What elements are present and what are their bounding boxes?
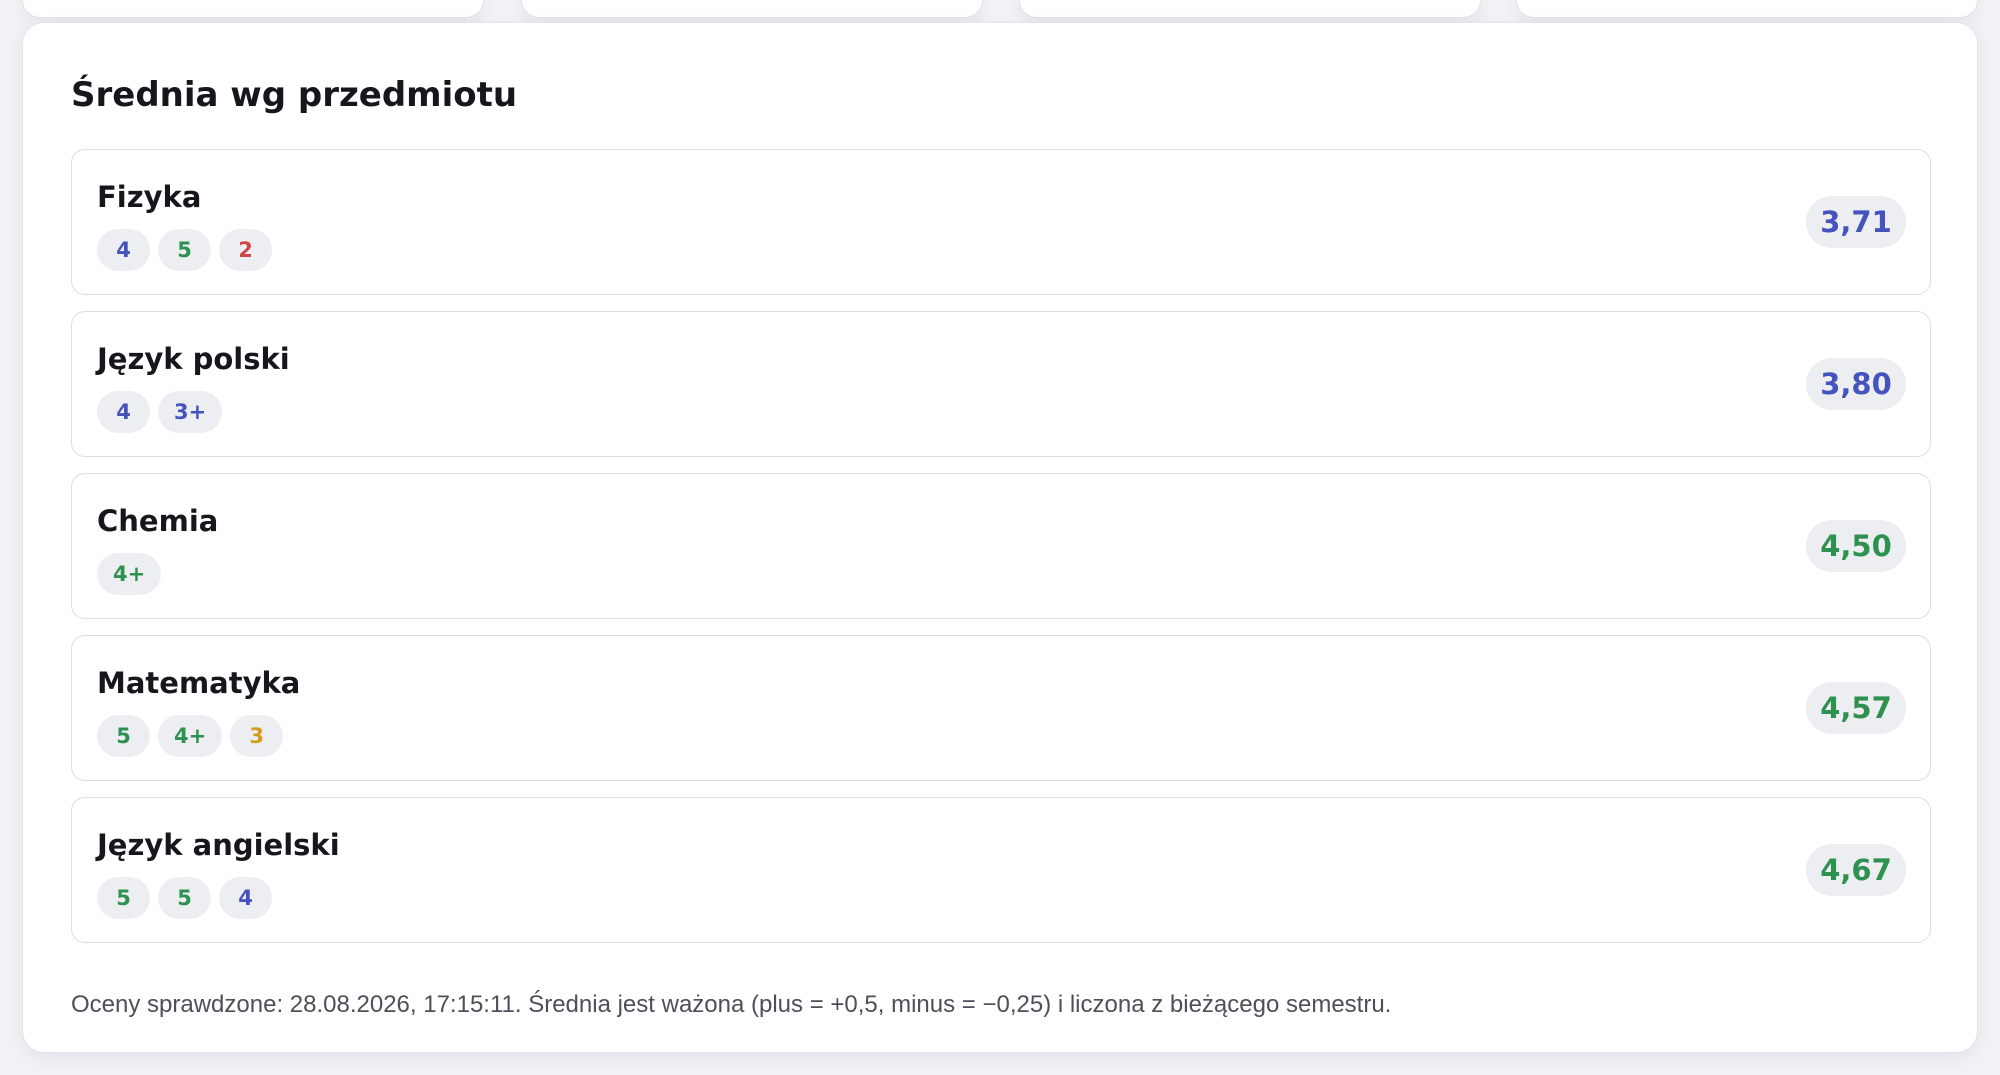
grade-chip: 3 xyxy=(230,715,284,757)
grade-list: 5 4+ 3 xyxy=(97,715,284,757)
subject-name: Chemia xyxy=(97,504,219,538)
subject-row: Język angielski 5 5 4 4,67 xyxy=(71,797,1931,943)
subject-row: Fizyka 4 5 2 3,71 xyxy=(71,149,1931,295)
average-badge: 4,57 xyxy=(1806,682,1906,734)
grade-list: 4+ xyxy=(97,553,162,595)
grade-chip: 3+ xyxy=(158,391,223,433)
summary-card xyxy=(1516,0,1978,18)
top-summary-cards xyxy=(0,0,2000,20)
summary-card xyxy=(521,0,983,18)
grade-chip: 5 xyxy=(158,877,211,919)
grade-chip: 5 xyxy=(158,229,211,271)
grade-chip: 4 xyxy=(97,391,150,433)
average-badge: 3,80 xyxy=(1806,358,1906,410)
average-badge: 4,67 xyxy=(1806,844,1906,896)
grade-list: 5 5 4 xyxy=(97,877,272,919)
grade-chip: 4+ xyxy=(97,553,162,595)
grade-list: 4 3+ xyxy=(97,391,223,433)
grade-chip: 4 xyxy=(97,229,150,271)
grade-chip: 5 xyxy=(97,877,150,919)
subject-list: Fizyka 4 5 2 3,71 Język polski 4 3+ 3,80… xyxy=(71,149,1931,959)
summary-card xyxy=(22,0,484,18)
subject-row: Język polski 4 3+ 3,80 xyxy=(71,311,1931,457)
average-badge: 4,50 xyxy=(1806,520,1906,572)
subject-name: Matematyka xyxy=(97,666,301,700)
summary-card xyxy=(1019,0,1481,18)
subject-row: Matematyka 5 4+ 3 4,57 xyxy=(71,635,1931,781)
grade-list: 4 5 2 xyxy=(97,229,272,271)
subject-name: Fizyka xyxy=(97,180,202,214)
grade-chip: 2 xyxy=(219,229,272,271)
grade-chip: 5 xyxy=(97,715,150,757)
grade-chip: 4+ xyxy=(158,715,223,757)
subject-name: Język polski xyxy=(97,342,290,376)
panel-title: Średnia wg przedmiotu xyxy=(71,75,518,115)
grade-chip: 4 xyxy=(219,877,272,919)
subject-name: Język angielski xyxy=(97,828,340,862)
average-badge: 3,71 xyxy=(1806,196,1906,248)
grades-footnote: Oceny sprawdzone: 28.08.2026, 17:15:11. … xyxy=(71,991,1392,1018)
subject-averages-panel: Średnia wg przedmiotu Fizyka 4 5 2 3,71 … xyxy=(22,22,1978,1053)
subject-row: Chemia 4+ 4,50 xyxy=(71,473,1931,619)
